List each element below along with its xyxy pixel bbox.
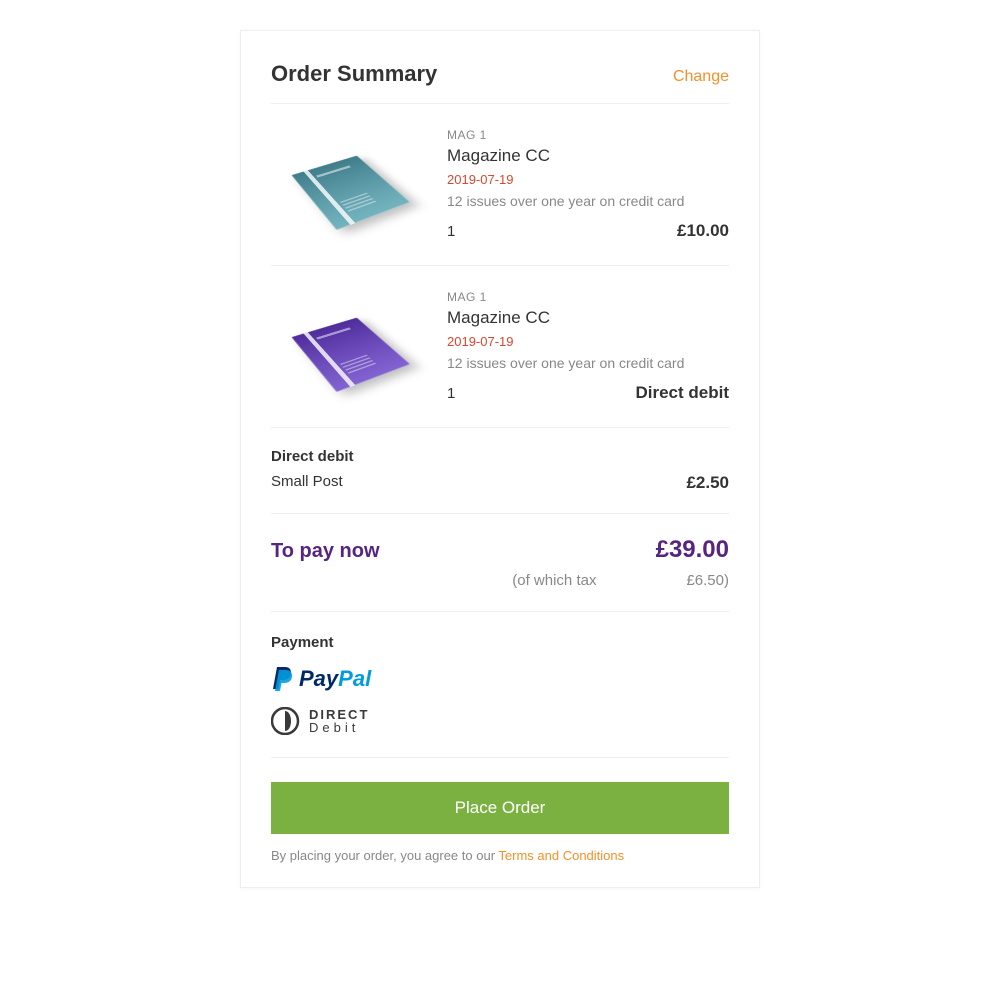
payment-block: Payment PayPal DIRECT Debit xyxy=(271,612,729,758)
page-title: Order Summary xyxy=(271,61,437,87)
item-qty: 1 xyxy=(447,223,455,240)
item-date: 2019-07-19 xyxy=(447,334,729,349)
tax-value: £6.50) xyxy=(686,572,729,589)
change-link[interactable]: Change xyxy=(673,68,729,86)
order-summary-card: Order Summary Change MAG 1 Magazine CC 2… xyxy=(240,30,760,888)
total-price: £39.00 xyxy=(656,536,729,564)
magazine-icon xyxy=(296,292,406,402)
place-order-button[interactable]: Place Order xyxy=(271,782,729,834)
item-name: Magazine CC xyxy=(447,308,729,328)
item-sku: MAG 1 xyxy=(447,290,729,304)
total-label: To pay now xyxy=(271,540,380,563)
order-item-details: MAG 1 Magazine CC 2019-07-19 12 issues o… xyxy=(431,128,729,241)
shipping-price: £2.50 xyxy=(686,473,729,493)
item-desc: 12 issues over one year on credit card xyxy=(447,193,729,209)
shipping-title: Direct debit xyxy=(271,448,729,465)
item-price: Direct debit xyxy=(635,383,729,403)
order-item-thumb xyxy=(271,128,431,241)
item-desc: 12 issues over one year on credit card xyxy=(447,355,729,371)
magazine-icon xyxy=(296,130,406,240)
payment-title: Payment xyxy=(271,634,729,651)
shipping-label: Small Post xyxy=(271,473,343,493)
order-item-details: MAG 1 Magazine CC 2019-07-19 12 issues o… xyxy=(431,290,729,403)
item-price: £10.00 xyxy=(677,221,729,241)
order-item: MAG 1 Magazine CC 2019-07-19 12 issues o… xyxy=(271,104,729,266)
item-qty: 1 xyxy=(447,385,455,402)
terms-link[interactable]: Terms and Conditions xyxy=(498,848,624,863)
order-item-thumb xyxy=(271,290,431,403)
paypal-logo-icon: PayPal xyxy=(271,665,729,693)
direct-debit-logo-icon: DIRECT Debit xyxy=(271,707,729,735)
terms-prefix: By placing your order, you agree to our xyxy=(271,848,498,863)
summary-header: Order Summary Change xyxy=(271,61,729,104)
item-date: 2019-07-19 xyxy=(447,172,729,187)
item-sku: MAG 1 xyxy=(447,128,729,142)
terms-text: By placing your order, you agree to our … xyxy=(271,848,729,863)
tax-label: (of which tax xyxy=(512,572,596,589)
shipping-block: Direct debit Small Post £2.50 xyxy=(271,428,729,514)
order-item: MAG 1 Magazine CC 2019-07-19 12 issues o… xyxy=(271,266,729,428)
total-block: To pay now £39.00 (of which tax £6.50) xyxy=(271,514,729,612)
item-name: Magazine CC xyxy=(447,146,729,166)
